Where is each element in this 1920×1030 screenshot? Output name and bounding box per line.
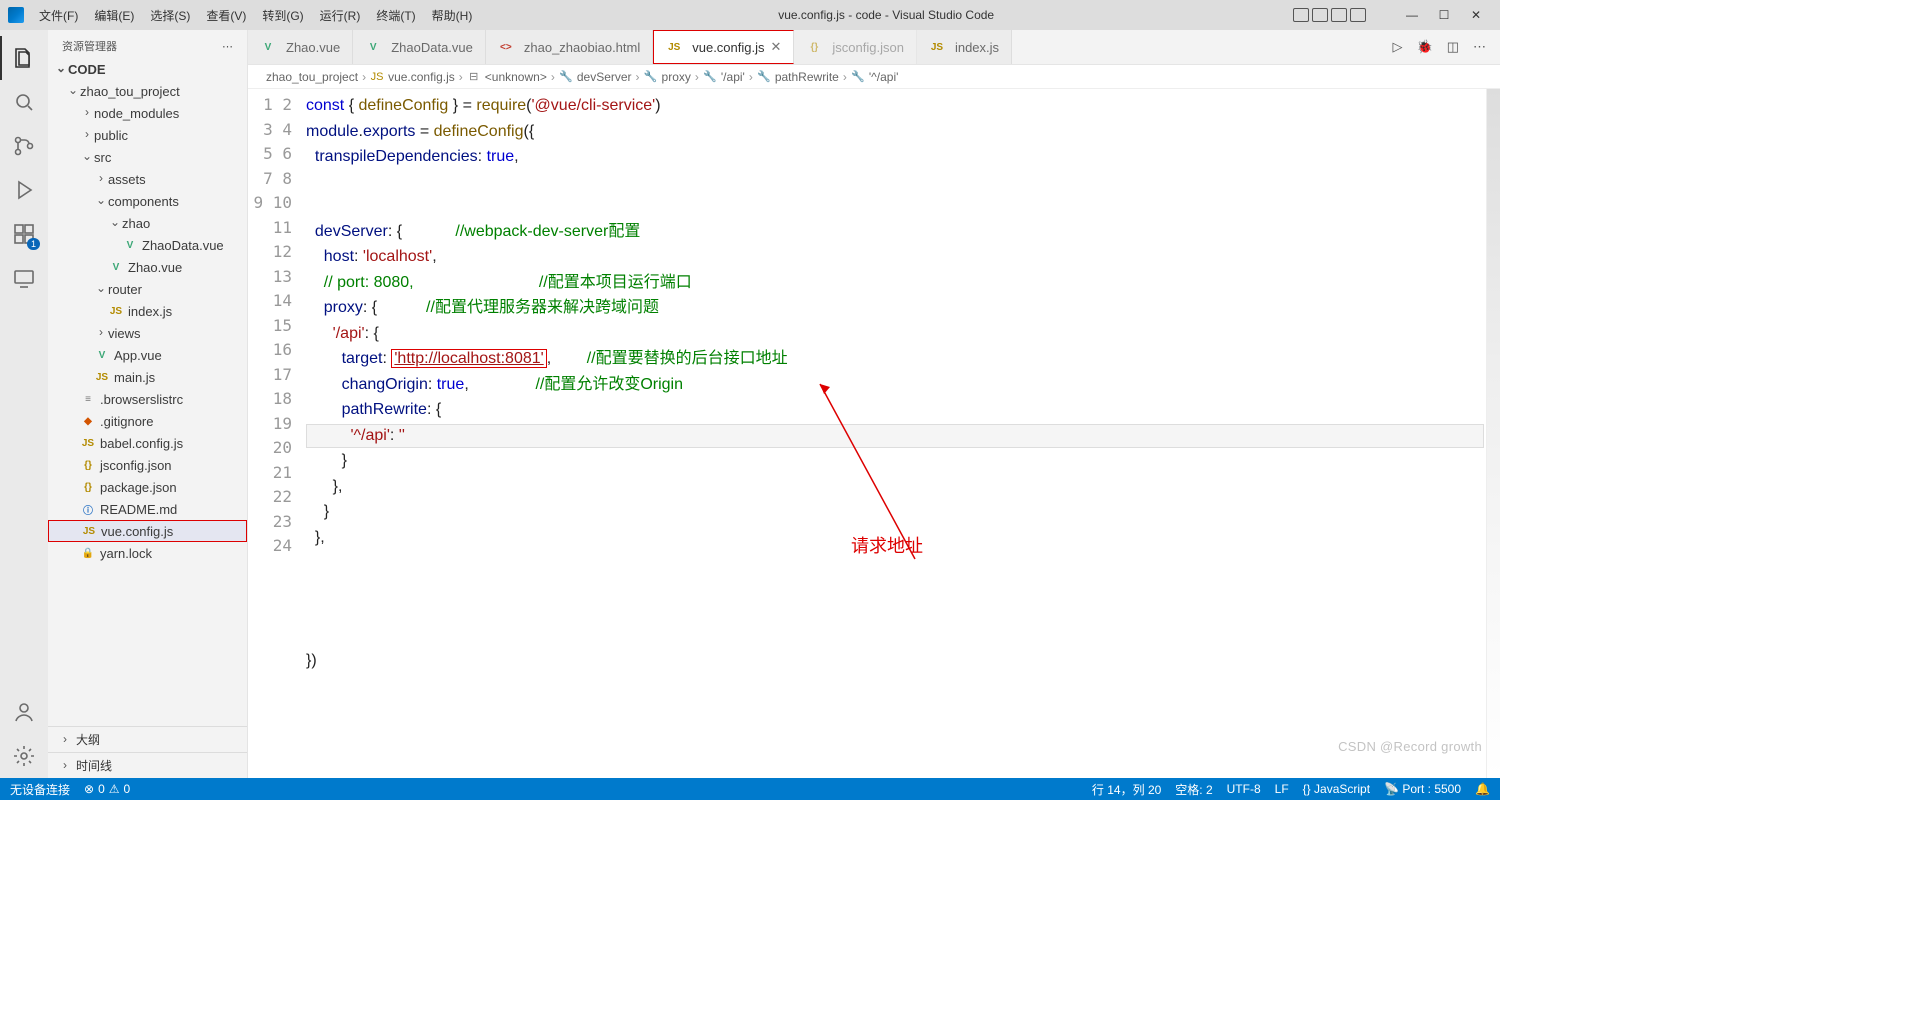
tree-readme[interactable]: ⓘREADME.md	[48, 498, 247, 520]
menu-terminal[interactable]: 终端(T)	[369, 4, 422, 27]
tree-appvue[interactable]: VApp.vue	[48, 344, 247, 366]
run-icon[interactable]: ▷	[1393, 39, 1403, 55]
status-encoding[interactable]: UTF-8	[1227, 782, 1261, 796]
status-bell-icon[interactable]: 🔔	[1475, 782, 1490, 796]
tree-root[interactable]: CODE	[48, 58, 247, 80]
status-eol[interactable]: LF	[1275, 782, 1289, 796]
menu-edit[interactable]: 编辑(E)	[87, 4, 141, 27]
annotation-arrow	[776, 359, 940, 607]
tab-zhaodata[interactable]: VZhaoData.vue	[353, 30, 486, 64]
activity-account[interactable]	[0, 690, 48, 734]
tree-babel[interactable]: JSbabel.config.js	[48, 432, 247, 454]
debug-icon[interactable]: 🐞	[1417, 39, 1433, 55]
code-editor[interactable]: const { defineConfig } = require('@vue/c…	[306, 89, 1486, 778]
tree-src[interactable]: src	[48, 146, 247, 168]
activity-search[interactable]	[0, 80, 48, 124]
status-problems[interactable]: ⊗0 ⚠0	[84, 782, 130, 796]
title-bar: 文件(F) 编辑(E) 选择(S) 查看(V) 转到(G) 运行(R) 终端(T…	[0, 0, 1500, 30]
minimize-button[interactable]: —	[1404, 7, 1420, 23]
more-icon[interactable]: ⋯	[1473, 39, 1486, 55]
close-button[interactable]: ✕	[1468, 7, 1484, 23]
close-icon[interactable]: ✕	[771, 39, 782, 55]
timeline-section[interactable]: 时间线	[48, 752, 247, 778]
activity-debug[interactable]	[0, 168, 48, 212]
tree-project[interactable]: zhao_tou_project	[48, 80, 247, 102]
tree-zhaodata[interactable]: VZhaoData.vue	[48, 234, 247, 256]
menu-selection[interactable]: 选择(S)	[143, 4, 197, 27]
tree-browserslist[interactable]: ≡.browserslistrc	[48, 388, 247, 410]
tree-mainjs[interactable]: JSmain.js	[48, 366, 247, 388]
status-remote[interactable]: 无设备连接	[10, 781, 70, 798]
tree-jsconfig[interactable]: {}jsconfig.json	[48, 454, 247, 476]
tab-indexjs[interactable]: JSindex.js	[917, 30, 1012, 64]
menu-run[interactable]: 运行(R)	[313, 4, 368, 27]
tree-router-index[interactable]: JSindex.js	[48, 300, 247, 322]
tab-zhao[interactable]: VZhao.vue	[248, 30, 353, 64]
menu-help[interactable]: 帮助(H)	[425, 4, 480, 27]
file-tree: CODE zhao_tou_project node_modules publi…	[48, 58, 247, 726]
minimap[interactable]	[1486, 89, 1500, 778]
explorer-more-icon[interactable]: ⋯	[222, 40, 233, 53]
extensions-badge: 1	[27, 238, 40, 250]
tree-router[interactable]: router	[48, 278, 247, 300]
tab-vueconfig[interactable]: JSvue.config.js✕	[653, 30, 794, 64]
activity-explorer[interactable]	[0, 36, 48, 80]
layout-controls[interactable]	[1293, 8, 1366, 22]
tab-zhaobiao[interactable]: <>zhao_zhaobiao.html	[486, 30, 653, 64]
status-language[interactable]: {} JavaScript	[1303, 782, 1370, 796]
tree-yarnlock[interactable]: 🔒yarn.lock	[48, 542, 247, 564]
window-controls: — ☐ ✕	[1396, 7, 1492, 23]
status-bar: 无设备连接 ⊗0 ⚠0 行 14，列 20 空格: 2 UTF-8 LF {} …	[0, 778, 1500, 800]
tree-assets[interactable]: assets	[48, 168, 247, 190]
vscode-icon	[8, 7, 24, 23]
menu-go[interactable]: 转到(G)	[255, 4, 310, 27]
outline-section[interactable]: 大纲	[48, 726, 247, 752]
tree-zhao[interactable]: zhao	[48, 212, 247, 234]
breadcrumb[interactable]: zhao_tou_project› JSvue.config.js› ⊟<unk…	[248, 65, 1500, 89]
maximize-button[interactable]: ☐	[1436, 7, 1452, 23]
menu-view[interactable]: 查看(V)	[199, 4, 253, 27]
editor-area: VZhao.vue VZhaoData.vue <>zhao_zhaobiao.…	[248, 30, 1500, 778]
explorer-sidebar: 资源管理器 ⋯ CODE zhao_tou_project node_modul…	[48, 30, 248, 778]
status-spaces[interactable]: 空格: 2	[1175, 781, 1212, 798]
tree-node-modules[interactable]: node_modules	[48, 102, 247, 124]
line-gutter: 1 2 3 4 5 6 7 8 9 10 11 12 13 14 15 16 1…	[248, 89, 306, 778]
status-position[interactable]: 行 14，列 20	[1092, 781, 1161, 798]
tree-components[interactable]: components	[48, 190, 247, 212]
activity-scm[interactable]	[0, 124, 48, 168]
tree-package[interactable]: {}package.json	[48, 476, 247, 498]
activity-bar: 1	[0, 30, 48, 778]
tree-public[interactable]: public	[48, 124, 247, 146]
activity-extensions[interactable]: 1	[0, 212, 48, 256]
explorer-title: 资源管理器	[62, 38, 117, 54]
status-liveserver[interactable]: 📡 Port : 5500	[1384, 782, 1461, 796]
menu-bar: 文件(F) 编辑(E) 选择(S) 查看(V) 转到(G) 运行(R) 终端(T…	[32, 4, 479, 27]
annotation-label: 请求地址	[851, 534, 923, 559]
tree-vueconfig[interactable]: JSvue.config.js	[48, 520, 247, 542]
tree-zhaovue[interactable]: VZhao.vue	[48, 256, 247, 278]
tab-jsconfig[interactable]: {}jsconfig.json	[794, 30, 917, 64]
split-icon[interactable]: ◫	[1447, 39, 1459, 55]
tree-gitignore[interactable]: ◆.gitignore	[48, 410, 247, 432]
window-title: vue.config.js - code - Visual Studio Cod…	[479, 8, 1293, 22]
menu-file[interactable]: 文件(F)	[32, 4, 85, 27]
activity-settings[interactable]	[0, 734, 48, 778]
editor-tabs: VZhao.vue VZhaoData.vue <>zhao_zhaobiao.…	[248, 30, 1500, 65]
activity-remote[interactable]	[0, 256, 48, 300]
tree-views[interactable]: views	[48, 322, 247, 344]
